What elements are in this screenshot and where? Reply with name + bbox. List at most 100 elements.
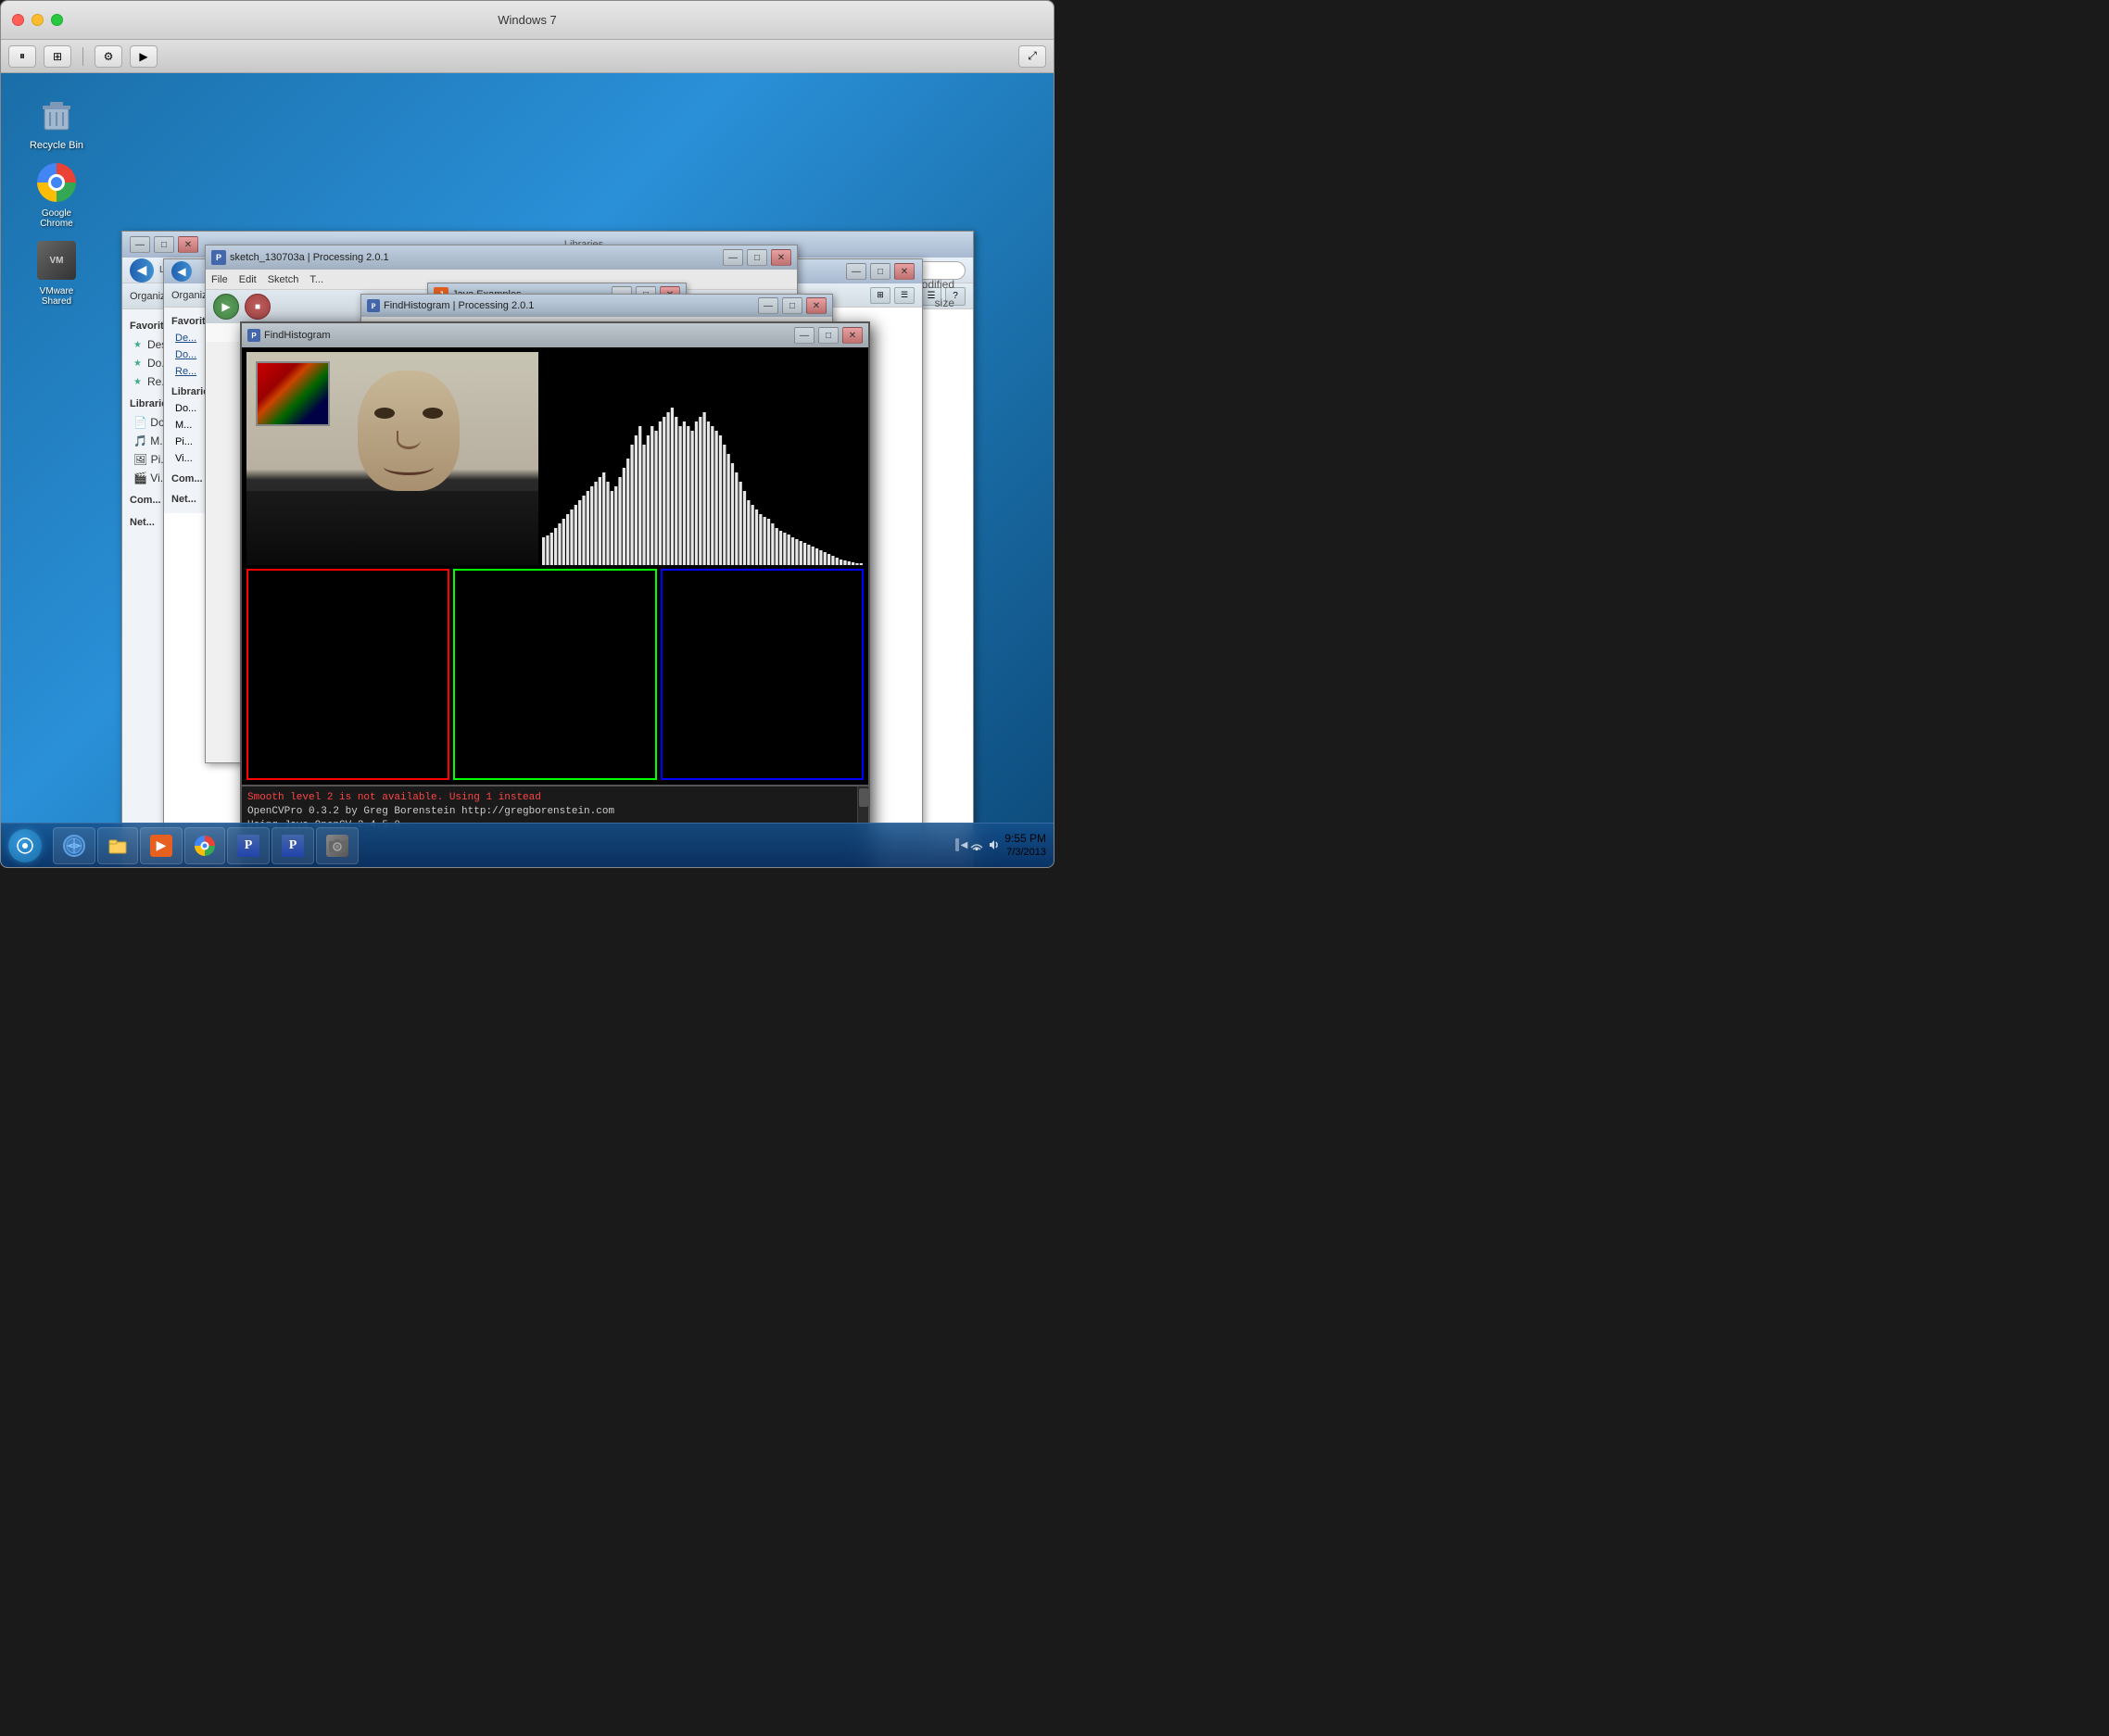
proc2-icon: P bbox=[367, 299, 380, 312]
win7-taskbar: ▶ P P bbox=[1, 823, 1054, 867]
chrome-label: Google Chrome bbox=[40, 208, 73, 229]
fh-titlebar: P FindHistogram — □ ✕ bbox=[242, 323, 868, 347]
proc-tools[interactable]: T... bbox=[309, 274, 323, 285]
proc-sketch[interactable]: Sketch bbox=[268, 274, 299, 285]
proc-stop-btn[interactable]: ■ bbox=[245, 294, 271, 320]
console-error-line: Smooth level 2 is not available. Using 1… bbox=[247, 792, 861, 803]
fe-maximize-btn[interactable]: □ bbox=[154, 236, 174, 253]
proc-file[interactable]: File bbox=[211, 274, 228, 285]
recycle-bin-image bbox=[34, 92, 79, 136]
proc-run-btn[interactable]: ▶ bbox=[213, 294, 239, 320]
fe2-minimize[interactable]: — bbox=[846, 263, 866, 280]
proc2-titlebar: P FindHistogram | Processing 2.0.1 — □ ✕ bbox=[361, 295, 832, 317]
vmware-image: VM bbox=[34, 238, 79, 283]
fh-minimize[interactable]: — bbox=[794, 327, 815, 344]
wall-art bbox=[256, 361, 330, 426]
webcam-view bbox=[246, 352, 538, 565]
taskbar-explorer[interactable] bbox=[97, 827, 138, 864]
vmware-label: VMware Shared bbox=[40, 286, 74, 307]
fe2-maximize[interactable]: □ bbox=[870, 263, 890, 280]
fh-top-row bbox=[246, 352, 864, 565]
fh-close[interactable]: ✕ bbox=[842, 327, 863, 344]
scrollbar-thumb[interactable] bbox=[859, 788, 868, 807]
fe2-close[interactable]: ✕ bbox=[894, 263, 915, 280]
histogram-view bbox=[542, 352, 864, 565]
processing-1-icon: P bbox=[237, 835, 259, 857]
fe2-nav-icon[interactable]: ◀ bbox=[171, 261, 192, 282]
start-orb bbox=[8, 829, 42, 862]
tray-icons: ◀ bbox=[955, 837, 1002, 852]
vmware-icon[interactable]: VM VMware Shared bbox=[19, 238, 94, 307]
recycle-bin-icon[interactable]: Recycle Bin bbox=[19, 92, 94, 151]
proc2-maximize[interactable]: □ bbox=[782, 297, 802, 314]
screenshot-button[interactable]: ⊞ bbox=[44, 45, 71, 68]
fh-maximize[interactable]: □ bbox=[818, 327, 839, 344]
close-button[interactable] bbox=[12, 14, 24, 26]
proc-titlebar: P sketch_130703a | Processing 2.0.1 — □ … bbox=[206, 245, 797, 270]
maximize-button[interactable] bbox=[51, 14, 63, 26]
forward-button[interactable]: ▶ bbox=[130, 45, 158, 68]
mouth bbox=[384, 459, 434, 475]
media-icon: ▶ bbox=[150, 835, 172, 857]
minimize-button[interactable] bbox=[32, 14, 44, 26]
fe-nav-back[interactable]: ◀ bbox=[130, 258, 154, 283]
face-shape bbox=[358, 371, 460, 491]
chrome-icon[interactable]: Google Chrome bbox=[19, 160, 94, 229]
chrome-image bbox=[34, 160, 79, 205]
mac-content: Recycle Bin Google Chrome VM bbox=[1, 73, 1054, 867]
nose bbox=[397, 431, 421, 449]
proc2-close[interactable]: ✕ bbox=[806, 297, 827, 314]
taskbar-chrome-icon bbox=[195, 836, 215, 856]
taskbar-media[interactable]: ▶ bbox=[140, 827, 183, 864]
volume-icon bbox=[986, 837, 1001, 852]
fh-channels-row bbox=[246, 569, 864, 780]
traffic-lights bbox=[12, 14, 63, 26]
clock-date: 7/3/2013 bbox=[1004, 846, 1046, 859]
right-eye bbox=[423, 408, 443, 419]
clock-time: 9:55 PM bbox=[1004, 832, 1046, 847]
histogram-svg bbox=[542, 352, 864, 565]
green-channel bbox=[453, 569, 656, 780]
system-clock[interactable]: 9:55 PM 7/3/2013 bbox=[1004, 832, 1046, 860]
proc2-minimize[interactable]: — bbox=[758, 297, 778, 314]
proc-title: sketch_130703a | Processing 2.0.1 bbox=[230, 252, 719, 263]
fullscreen-button[interactable]: ⤢ bbox=[1018, 45, 1046, 68]
taskbar-chrome[interactable] bbox=[184, 827, 225, 864]
console-line-1: OpenCVPro 0.3.2 by Greg Borenstein http:… bbox=[247, 806, 861, 817]
proc-maximize[interactable]: □ bbox=[747, 249, 767, 266]
fe2-details[interactable]: ☰ bbox=[894, 287, 915, 304]
proc-icon: P bbox=[211, 250, 226, 265]
blue-channel bbox=[661, 569, 864, 780]
left-eye bbox=[374, 408, 395, 419]
fh-visualization bbox=[242, 347, 868, 785]
window-title: Windows 7 bbox=[498, 13, 557, 27]
fe-close-btn[interactable]: ✕ bbox=[178, 236, 198, 253]
fh-title: FindHistogram bbox=[264, 330, 790, 341]
screenshot-icon bbox=[326, 835, 348, 857]
settings-button[interactable]: ⚙ bbox=[95, 45, 122, 68]
taskbar-screenshot[interactable] bbox=[316, 827, 359, 864]
expand-tray[interactable] bbox=[955, 838, 959, 851]
win7-desktop: Recycle Bin Google Chrome VM bbox=[1, 73, 1054, 867]
network-icon bbox=[969, 837, 984, 852]
taskbar-ie[interactable] bbox=[53, 827, 95, 864]
red-channel bbox=[246, 569, 449, 780]
start-button[interactable] bbox=[1, 824, 49, 868]
taskbar-processing-2[interactable]: P bbox=[272, 827, 314, 864]
processing-2-icon: P bbox=[282, 835, 304, 857]
taskbar-items: ▶ P P bbox=[49, 827, 955, 864]
mac-window: Windows 7 ⏸ ⊞ ⚙ ▶ ⤢ bbox=[0, 0, 1054, 868]
show-hidden-icons[interactable]: ◀ bbox=[961, 840, 968, 850]
mac-titlebar: Windows 7 bbox=[1, 1, 1054, 40]
proc-close[interactable]: ✕ bbox=[771, 249, 791, 266]
taskbar-processing-1[interactable]: P bbox=[227, 827, 270, 864]
proc-edit[interactable]: Edit bbox=[239, 274, 257, 285]
pause-button[interactable]: ⏸ bbox=[8, 45, 36, 68]
fe-minimize-btn[interactable]: — bbox=[130, 236, 150, 253]
mac-toolbar: ⏸ ⊞ ⚙ ▶ ⤢ bbox=[1, 40, 1054, 73]
proc-minimize[interactable]: — bbox=[723, 249, 743, 266]
system-tray: ◀ bbox=[955, 832, 1054, 860]
fe2-view[interactable]: ⊞ bbox=[870, 287, 890, 304]
fh-app-icon: P bbox=[247, 329, 260, 342]
clothing bbox=[246, 491, 538, 565]
